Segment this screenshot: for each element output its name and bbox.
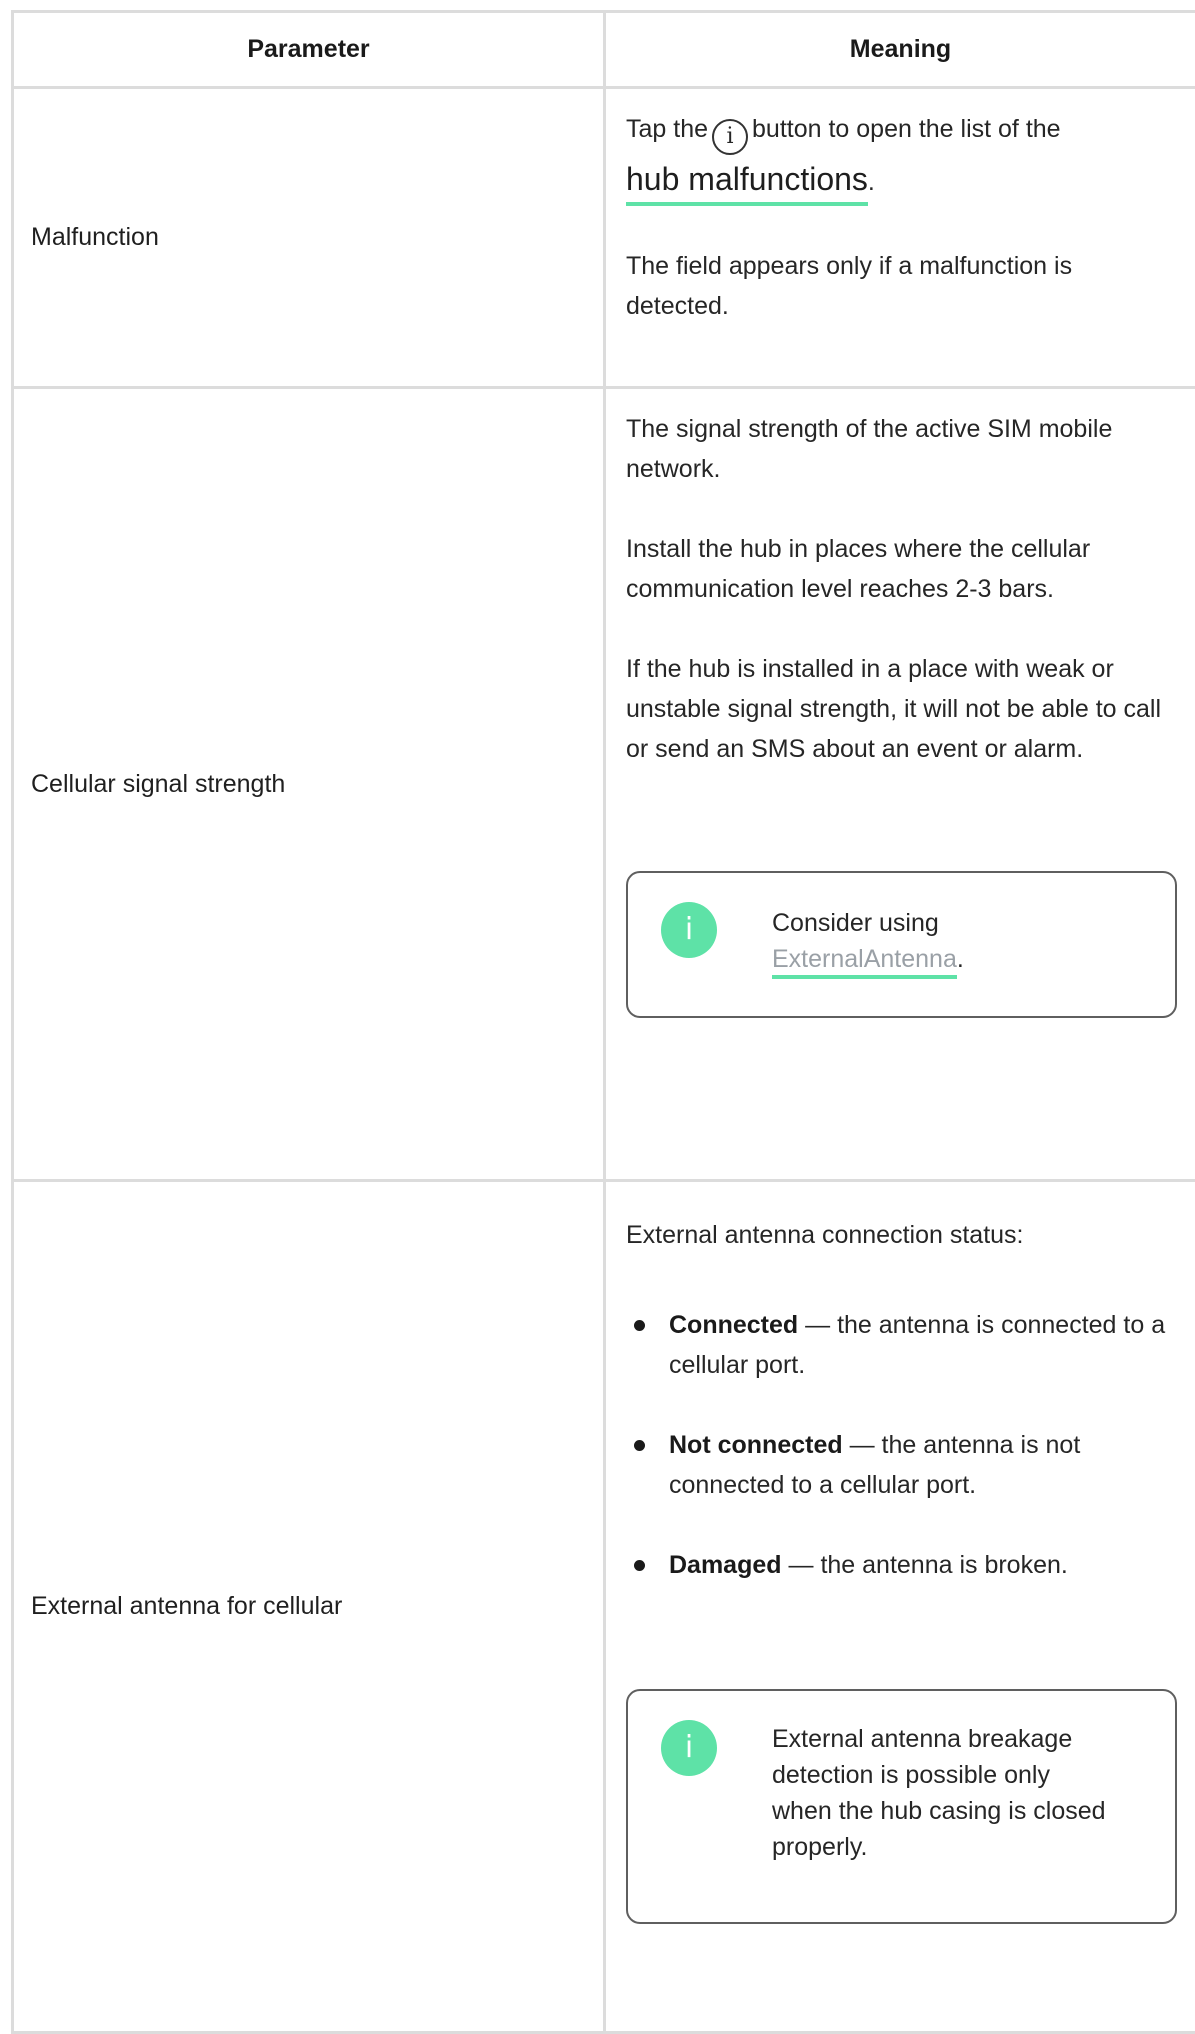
info-icon: i bbox=[661, 902, 717, 958]
callout-external-antenna: i Consider using ExternalAntenna. bbox=[626, 871, 1177, 1018]
callout-breakage-detection: i External antenna breakage detection is… bbox=[626, 1689, 1177, 1924]
table-row: External antenna for cellular External a… bbox=[13, 1181, 1195, 2033]
info-icon: i bbox=[712, 119, 748, 155]
meaning-external-antenna: External antenna connection status: Conn… bbox=[605, 1181, 1195, 2033]
list-item: Not connected — the antenna is not conne… bbox=[626, 1425, 1175, 1505]
table-header-row: Parameter Meaning bbox=[13, 12, 1195, 88]
meaning-malfunction: Tap theibutton to open the list of the h… bbox=[605, 88, 1195, 388]
info-icon: i bbox=[661, 1720, 717, 1776]
header-parameter: Parameter bbox=[13, 12, 605, 88]
antenna-status-intro: External antenna connection status: bbox=[626, 1215, 1175, 1255]
table-row: Cellular signal strength The signal stre… bbox=[13, 388, 1195, 1181]
signal-paragraph-1: The signal strength of the active SIM mo… bbox=[626, 409, 1175, 489]
external-antenna-link[interactable]: ExternalAntenna bbox=[772, 945, 957, 979]
param-external-antenna: External antenna for cellular bbox=[13, 1181, 605, 2033]
parameters-table: Parameter Meaning Malfunction Tap theibu… bbox=[11, 10, 1195, 2031]
param-malfunction: Malfunction bbox=[13, 88, 605, 388]
hub-malfunctions-link[interactable]: hub malfunctions bbox=[626, 159, 868, 206]
param-cellular-signal: Cellular signal strength bbox=[13, 388, 605, 1181]
header-meaning: Meaning bbox=[605, 12, 1195, 88]
malfunction-note: The field appears only if a malfunction … bbox=[626, 246, 1175, 326]
signal-paragraph-2: Install the hub in places where the cell… bbox=[626, 529, 1175, 609]
antenna-status-list: Connected — the antenna is connected to … bbox=[626, 1305, 1175, 1585]
table-row: Malfunction Tap theibutton to open the l… bbox=[13, 88, 1195, 388]
tap-instruction: Tap theibutton to open the list of the bbox=[626, 109, 1175, 155]
signal-paragraph-3: If the hub is installed in a place with … bbox=[626, 649, 1175, 769]
list-item: Connected — the antenna is connected to … bbox=[626, 1305, 1175, 1385]
list-item: Damaged — the antenna is broken. bbox=[626, 1545, 1175, 1585]
meaning-cellular-signal: The signal strength of the active SIM mo… bbox=[605, 388, 1195, 1181]
